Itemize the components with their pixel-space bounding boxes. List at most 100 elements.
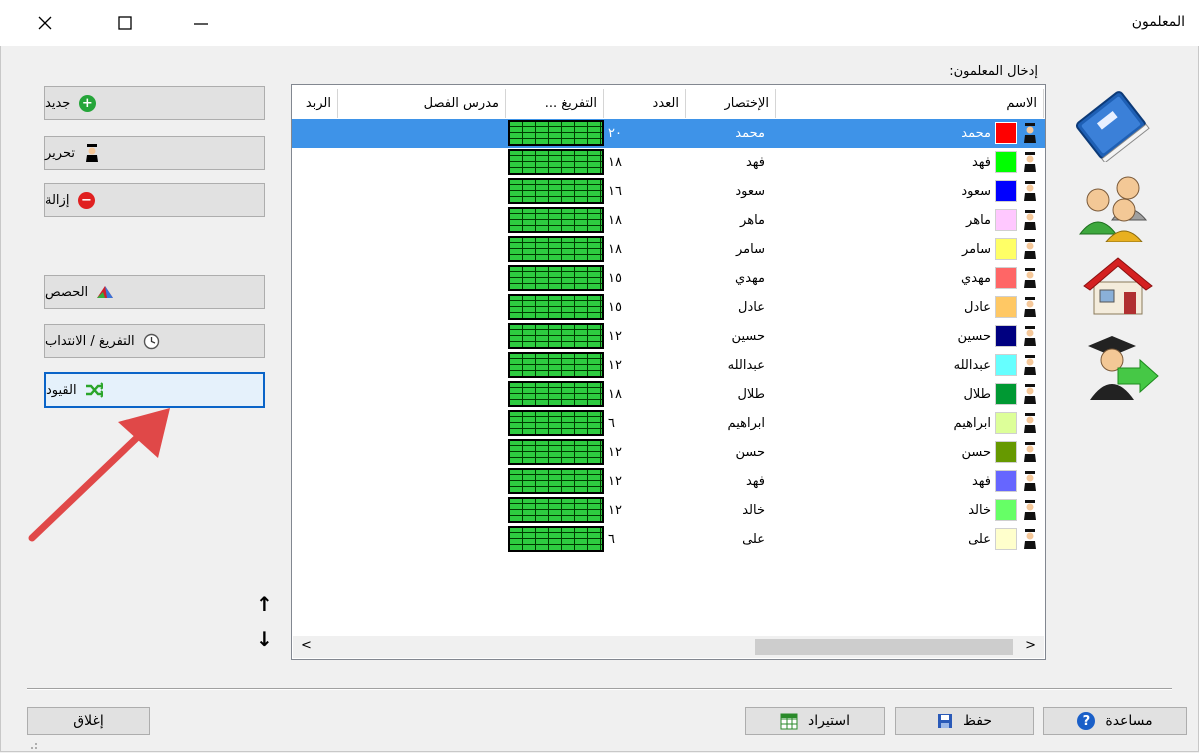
cell-short: ماهر (740, 213, 765, 228)
availability-button-label: التفريغ / الانتداب (45, 333, 135, 349)
cell-name: ابراهيم (953, 416, 991, 431)
teacher-icon (1023, 268, 1039, 288)
availability-grid (508, 149, 604, 175)
teacher-icon (1023, 181, 1039, 201)
cell-short: سامر (736, 242, 765, 257)
table-row[interactable]: على على ٦ (292, 525, 1045, 554)
column-header-rab[interactable]: الربد (292, 89, 338, 118)
teacher-icon (1023, 326, 1039, 346)
cell-short: فهد (745, 474, 765, 489)
cell-short: طلال (737, 387, 765, 402)
column-header-short[interactable]: الإختصار (686, 89, 776, 118)
table-row[interactable]: حسن حسن ١٢ (292, 438, 1045, 467)
delete-button[interactable]: − إزالة (44, 183, 265, 217)
availability-grid (508, 323, 604, 349)
column-header-count[interactable]: العدد (604, 89, 686, 118)
shuffle-icon (85, 381, 103, 399)
graduate-exit-icon[interactable] (1078, 334, 1160, 402)
table-row[interactable]: خالد خالد ١٢ (292, 496, 1045, 525)
table-row[interactable]: طلال طلال ١٨ (292, 380, 1045, 409)
title-bar (0, 0, 1199, 46)
help-icon: ? (1077, 712, 1096, 730)
teacher-icon (1023, 355, 1039, 375)
resize-grip-icon[interactable] (26, 738, 38, 750)
cell-count: ١٨ (608, 155, 622, 170)
teachers-list[interactable]: الاسم الإختصار العدد التفريغ ... مدرس ال… (291, 84, 1046, 660)
table-row[interactable]: فهد فهد ١٨ (292, 148, 1045, 177)
table-row[interactable]: عبدالله عبدالله ١٢ (292, 351, 1045, 380)
new-button[interactable]: + جديد (44, 86, 265, 120)
arrow-up-icon: ↑ (256, 592, 273, 616)
availability-grid (508, 468, 604, 494)
table-row[interactable]: مهدي مهدي ١٥ (292, 264, 1045, 293)
lessons-button[interactable]: الحصص (44, 275, 265, 309)
edit-button[interactable]: تحرير (44, 136, 265, 170)
save-button[interactable]: حفظ (895, 707, 1034, 735)
cell-name: محمد (961, 126, 991, 141)
cell-count: ١٥ (608, 271, 622, 286)
teacher-icon (1023, 471, 1039, 491)
teacher-icon (1023, 297, 1039, 317)
availability-grid (508, 236, 604, 262)
availability-grid (508, 178, 604, 204)
table-row[interactable]: فهد فهد ١٢ (292, 467, 1045, 496)
floppy-icon (937, 714, 952, 728)
cell-short: محمد (735, 126, 765, 141)
color-swatch (995, 122, 1017, 144)
table-row[interactable]: ماهر ماهر ١٨ (292, 206, 1045, 235)
house-icon[interactable] (1080, 252, 1156, 318)
move-up-button[interactable]: ↑ (256, 592, 273, 616)
table-row[interactable]: محمد محمد ٢٠ (292, 119, 1045, 148)
color-swatch (995, 470, 1017, 492)
column-header-class-teacher[interactable]: مدرس الفصل (338, 89, 506, 118)
horizontal-scrollbar[interactable]: < > (293, 636, 1044, 658)
availability-grid (508, 381, 604, 407)
cell-count: ١٢ (608, 445, 622, 460)
move-down-button[interactable]: ↓ (256, 627, 273, 651)
users-icon[interactable] (1076, 172, 1158, 242)
teacher-icon (1023, 384, 1039, 404)
column-header-availability[interactable]: التفريغ ... (506, 89, 604, 118)
cell-name: حسن (961, 445, 991, 460)
cell-short: مهدي (735, 271, 765, 286)
column-header-name[interactable]: الاسم (776, 89, 1044, 118)
minimize-window-button[interactable] (181, 8, 221, 38)
maximize-window-button[interactable] (105, 8, 145, 38)
availability-grid (508, 294, 604, 320)
table-row[interactable]: ابراهيم ابراهيم ٦ (292, 409, 1045, 438)
save-button-label: حفظ (962, 713, 993, 729)
scrollbar-thumb[interactable] (755, 639, 1013, 655)
color-swatch (995, 296, 1017, 318)
teacher-icon (1023, 500, 1039, 520)
add-icon: + (78, 94, 96, 112)
color-swatch (995, 180, 1017, 202)
teacher-icon (1023, 442, 1039, 462)
cell-name: خالد (968, 503, 991, 518)
table-row[interactable]: سامر سامر ١٨ (292, 235, 1045, 264)
import-button[interactable]: استيراد (745, 707, 885, 735)
cell-name: سعود (961, 184, 991, 199)
book-icon[interactable] (1072, 90, 1154, 162)
close-window-button[interactable] (25, 8, 65, 38)
help-button-label: مساعدة (1105, 713, 1153, 729)
cell-count: ١٨ (608, 242, 622, 257)
annotation-arrow (28, 408, 170, 542)
table-row[interactable]: حسين حسين ١٢ (292, 322, 1045, 351)
availability-grid (508, 497, 604, 523)
teacher-icon (1023, 210, 1039, 230)
cell-count: ١٢ (608, 329, 622, 344)
availability-button[interactable]: التفريغ / الانتداب (44, 324, 265, 358)
spreadsheet-icon (780, 713, 798, 730)
scroll-right-icon[interactable]: > (1025, 638, 1036, 653)
table-row[interactable]: سعود سعود ١٦ (292, 177, 1045, 206)
cell-count: ١٨ (608, 213, 622, 228)
cell-count: ١٢ (608, 503, 622, 518)
remove-icon: − (77, 191, 95, 209)
table-row[interactable]: عادل عادل ١٥ (292, 293, 1045, 322)
help-button[interactable]: مساعدة ? (1043, 707, 1187, 735)
scroll-left-icon[interactable]: < (301, 638, 312, 653)
cell-name: مهدي (961, 271, 991, 286)
close-button[interactable]: إغلاق (27, 707, 150, 735)
cell-name: على (968, 532, 991, 547)
availability-grid (508, 439, 604, 465)
